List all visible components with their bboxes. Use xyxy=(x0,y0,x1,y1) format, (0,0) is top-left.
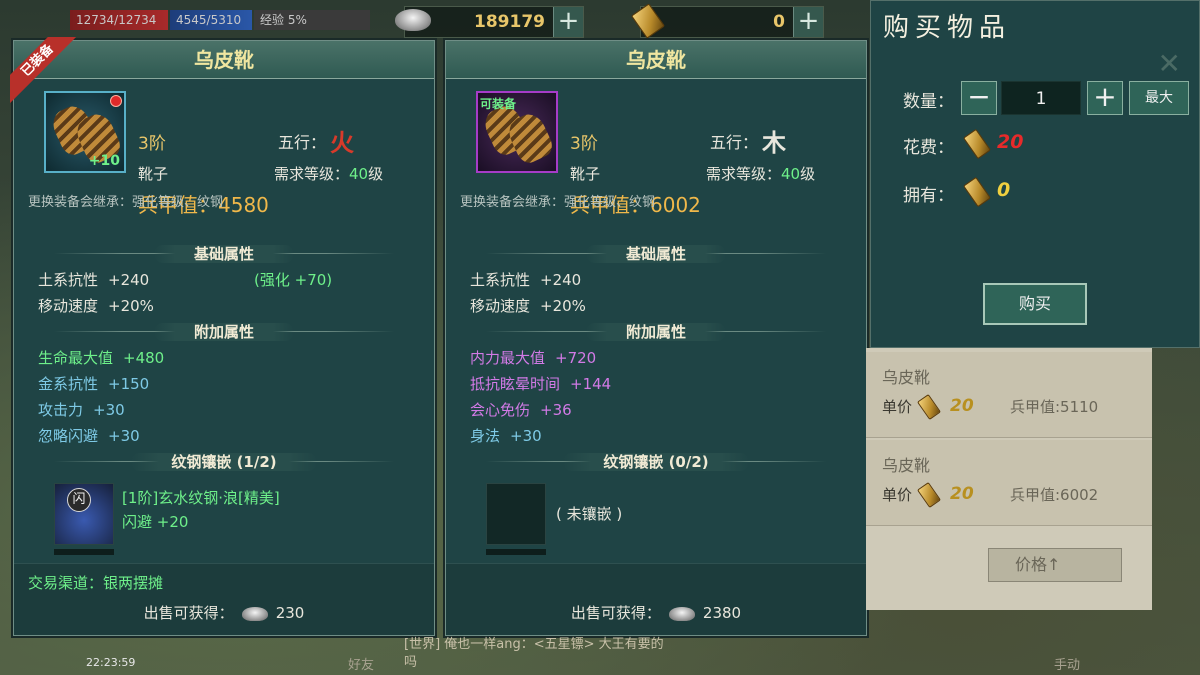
attribute-row: 移动速度 +20% xyxy=(470,297,586,315)
hp-bar: 12734/12734 xyxy=(70,10,168,30)
attribute-row: 忽略闪避 +30 xyxy=(38,427,140,445)
manual-mode-button[interactable]: 手动 xyxy=(1054,654,1080,673)
clock: 22:23:59 xyxy=(86,656,136,669)
attribute-row: 抵抗眩晕时间 +144 xyxy=(470,375,612,393)
exp-bar: 经验 5% xyxy=(254,10,370,30)
add-gold-button[interactable]: + xyxy=(793,7,823,37)
enhance-level: +10 xyxy=(88,153,120,169)
max-quantity-button[interactable]: 最大 xyxy=(1129,81,1189,115)
owned-label: 拥有： xyxy=(903,186,954,206)
silver-coin-icon xyxy=(241,606,268,621)
gold-ticket-icon xyxy=(962,128,992,160)
buy-button[interactable]: 购买 xyxy=(983,283,1087,325)
gold-ticket-icon xyxy=(916,481,942,509)
shop-list: 乌皮靴 单价 20 兵甲值:5110 乌皮靴 单价 20 兵甲值:6002 价格… xyxy=(866,348,1152,610)
shop-list-item[interactable]: 乌皮靴 单价 20 兵甲值:5110 xyxy=(866,352,1152,438)
item-tier: 3阶 xyxy=(138,134,166,154)
increase-quantity-button[interactable]: + xyxy=(1087,81,1123,115)
silver-currency: 189179 + xyxy=(395,6,584,38)
wuxing-label: 五行： xyxy=(710,133,759,152)
required-level: 需求等级：40级 xyxy=(706,165,816,183)
silver-coin-icon xyxy=(668,606,695,621)
bonus-attributes-title: 附加属性 xyxy=(54,319,394,345)
add-silver-button[interactable]: + xyxy=(553,7,583,37)
gold-amount: 0 xyxy=(773,12,785,32)
sale-price: 出售可获得： 230 xyxy=(143,604,305,622)
equipped-item-panel: 已装备 乌皮靴 +10 3阶 五行： 火 靴子 需求等级：40级 兵甲值：458… xyxy=(10,37,435,636)
mp-bar: 4545/5310 xyxy=(170,10,252,30)
attribute-row: 攻击力 +30 xyxy=(38,401,125,419)
attribute-row: 生命最大值 +480 xyxy=(38,349,165,367)
wuxing-label: 五行： xyxy=(278,133,327,152)
panel-footer: 出售可获得： 2380 xyxy=(446,563,866,635)
base-attributes-title: 基础属性 xyxy=(486,241,826,267)
close-icon[interactable]: ✕ xyxy=(1158,47,1181,80)
gem-slot-filled[interactable]: 闪 xyxy=(54,483,114,545)
attribute-row: 会心免伤 +36 xyxy=(470,401,572,419)
attribute-row: 土系抗性 +240 (强化 +70) xyxy=(14,267,434,293)
notification-dot-icon xyxy=(110,95,122,107)
gem-inlay-title: 纹钢镶嵌 (1/2) xyxy=(54,449,394,475)
gem-inlay-title: 纹钢镶嵌 (0/2) xyxy=(486,449,826,475)
decrease-quantity-button[interactable]: − xyxy=(961,81,997,115)
cost-label: 花费： xyxy=(903,138,954,158)
gold-currency: 0 + xyxy=(630,3,824,39)
silver-amount: 189179 xyxy=(474,12,545,32)
friends-button[interactable]: 好友 xyxy=(348,654,374,673)
gem-name: [1阶]玄水纹钢·浪[精美] xyxy=(122,489,280,507)
gem-slot-row: 闪 [1阶]玄水纹钢·浪[精美] 闪避 +20 xyxy=(14,475,434,559)
gem-slot-row: ( 未镶嵌 ) xyxy=(446,475,866,559)
boots-item-icon[interactable]: 可装备 xyxy=(476,91,558,173)
attribute-row: 移动速度 +20% xyxy=(38,297,154,315)
enhance-bonus: (强化 +70) xyxy=(254,271,333,289)
gem-empty-text: ( 未镶嵌 ) xyxy=(556,505,623,523)
gem-slot-empty[interactable] xyxy=(486,483,546,545)
quantity-input[interactable]: 1 xyxy=(1001,81,1081,115)
inherit-note: 更换装备会继承：强化等级、纹钢 xyxy=(28,195,224,210)
shop-list-item[interactable]: 乌皮靴 单价 20 兵甲值:6002 xyxy=(866,440,1152,526)
item-type: 靴子 xyxy=(570,165,601,183)
gold-ticket-icon xyxy=(962,176,992,208)
required-level: 需求等级：40级 xyxy=(274,165,384,183)
gem-stat: 闪避 +20 xyxy=(122,513,189,531)
compare-item-panel: 乌皮靴 可装备 3阶 五行： 木 靴子 需求等级：40级 兵甲值：6002 更换… xyxy=(445,40,867,636)
dodge-gem-icon: 闪 xyxy=(67,488,91,512)
equipable-badge: 可装备 xyxy=(480,97,517,111)
sale-price: 出售可获得： 2380 xyxy=(570,604,742,622)
dialog-title: 购买物品 xyxy=(883,13,1012,43)
price-sort-dropdown[interactable]: 价格↑ xyxy=(988,548,1122,582)
owned-value: 0 xyxy=(997,179,1011,201)
gold-ticket-icon xyxy=(916,393,942,421)
silver-ingot-icon xyxy=(395,9,431,31)
world-chat[interactable]: [世界] 俺也一样ang：<五星镖> 大王有要的 吗 xyxy=(404,636,664,672)
bonus-attributes-title: 附加属性 xyxy=(486,319,826,345)
item-tier: 3阶 xyxy=(570,134,598,154)
inherit-note: 更换装备会继承：强化等级、纹钢 xyxy=(460,195,656,210)
wood-element-icon: 木 xyxy=(762,128,786,157)
cost-value: 20 xyxy=(997,131,1024,153)
attribute-row: 身法 +30 xyxy=(470,427,542,445)
attribute-row: 内力最大值 +720 xyxy=(470,349,597,367)
attribute-row: 金系抗性 +150 xyxy=(38,375,150,393)
purchase-dialog: 购买物品 ✕ 数量： − 1 + 最大 花费： 20 拥有： 0 购买 xyxy=(870,0,1200,348)
item-type: 靴子 xyxy=(138,165,169,183)
boots-item-icon[interactable]: +10 xyxy=(44,91,126,173)
attribute-row: 土系抗性 +240 xyxy=(470,271,582,289)
trade-channel: 交易渠道：银两摆摊 xyxy=(28,574,164,592)
item-title: 乌皮靴 xyxy=(446,41,866,79)
quantity-label: 数量： xyxy=(903,92,954,112)
base-attributes-title: 基础属性 xyxy=(54,241,394,267)
panel-footer: 交易渠道：银两摆摊 出售可获得： 230 xyxy=(14,563,434,635)
fire-element-icon: 火 xyxy=(330,128,354,157)
